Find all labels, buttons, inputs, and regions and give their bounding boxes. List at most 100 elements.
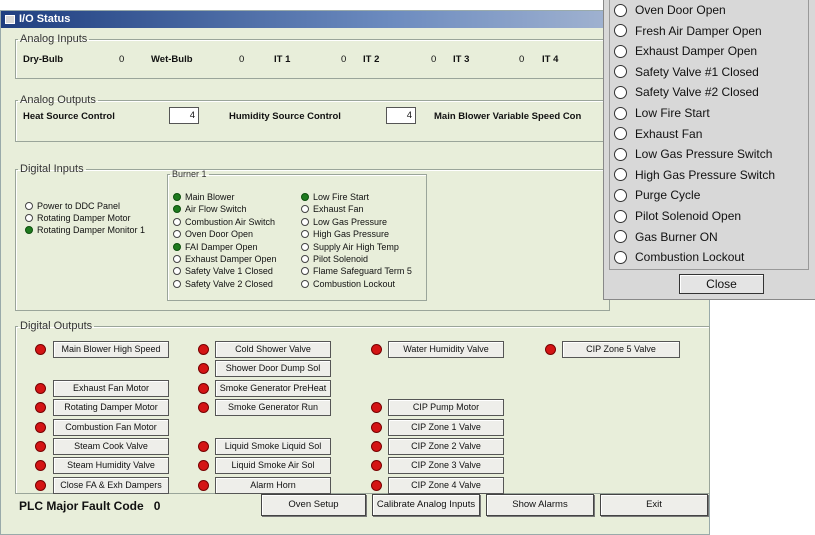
popup-low-gas-pressure-switch: Low Gas Pressure Switch <box>614 147 772 161</box>
fault-code-value: 0 <box>153 499 161 513</box>
popup-low-fire-start: Low Fire Start <box>614 106 710 120</box>
output-status-led-icon <box>198 480 209 491</box>
window-title: I/O Status <box>19 13 71 25</box>
burner-main-blower: Main Blower <box>173 192 235 202</box>
oven-setup-button[interactable]: Oven Setup <box>261 494 366 516</box>
water-humidity-valve-button[interactable]: Water Humidity Valve <box>388 341 504 358</box>
dry-bulb-value: 0 <box>119 54 125 65</box>
status-indicator-icon <box>614 147 627 161</box>
cip-zone-4-valve-button[interactable]: CIP Zone 4 Valve <box>388 477 504 494</box>
burner-pilot-solenoid: Pilot Solenoid <box>301 254 368 264</box>
di-label: Rotating Damper Motor <box>37 213 131 223</box>
status-indicator-icon <box>173 230 181 239</box>
status-indicator-icon <box>614 188 627 202</box>
status-indicator-icon <box>614 127 627 141</box>
status-indicator-icon <box>301 217 309 226</box>
liquid-smoke-liquid-sol-button[interactable]: Liquid Smoke Liquid Sol <box>215 438 331 455</box>
main-blower-high-speed-button[interactable]: Main Blower High Speed <box>53 341 169 358</box>
it4-label: IT 4 <box>542 54 559 65</box>
output-status-led-icon <box>371 422 382 433</box>
calibrate-analog-inputs-button[interactable]: Calibrate Analog Inputs <box>372 494 480 516</box>
fault-code-label: PLC Major Fault Code <box>19 499 144 513</box>
popup-item-label: Safety Valve #2 Closed <box>635 85 759 100</box>
status-indicator-icon <box>173 205 181 214</box>
cip-zone-5-valve-button[interactable]: CIP Zone 5 Valve <box>562 341 680 358</box>
steam-cook-valve-button[interactable]: Steam Cook Valve <box>53 438 169 455</box>
exhaust-fan-motor-button[interactable]: Exhaust Fan Motor <box>53 380 169 397</box>
output-status-led-icon <box>35 422 46 433</box>
popup-item-label: Combustion Lockout <box>635 250 745 265</box>
humidity-source-input[interactable]: 4 <box>386 107 416 124</box>
status-indicator-icon <box>25 202 33 210</box>
status-indicator-icon <box>614 250 627 264</box>
cip-zone-2-valve-button[interactable]: CIP Zone 2 Valve <box>388 438 504 455</box>
burner-low-fire-start: Low Fire Start <box>301 192 369 202</box>
cip-zone-3-valve-button[interactable]: CIP Zone 3 Valve <box>388 457 504 474</box>
exit-button[interactable]: Exit <box>600 494 708 516</box>
output-status-led-icon <box>35 344 46 355</box>
burner-safety-valve-1-closed: Safety Valve 1 Closed <box>173 266 273 276</box>
it3-value: 0 <box>519 54 525 65</box>
popup-item-label: Gas Burner ON <box>635 229 718 244</box>
combustion-fan-motor-button[interactable]: Combustion Fan Motor <box>53 419 169 436</box>
popup-item-label: Low Gas Pressure Switch <box>635 147 773 162</box>
output-status-led-icon <box>198 383 209 394</box>
popup-high-gas-pressure-switch: High Gas Pressure Switch <box>614 168 775 182</box>
steam-humidity-valve-button[interactable]: Steam Humidity Valve <box>53 457 169 474</box>
burner-safety-valve-2-closed: Safety Valve 2 Closed <box>173 279 273 289</box>
burner-combustion-air-switch: Combustion Air Switch <box>173 217 275 227</box>
humidity-source-label: Humidity Source Control <box>229 111 341 122</box>
burner-low-gas-pressure: Low Gas Pressure <box>301 217 387 227</box>
popup-pilot-solenoid-open: Pilot Solenoid Open <box>614 209 741 223</box>
heat-source-input[interactable]: 4 <box>169 107 199 124</box>
close-fa-exh-dampers-button[interactable]: Close FA & Exh Dampers <box>53 477 169 494</box>
wet-bulb-label: Wet-Bulb <box>151 54 193 65</box>
burner-input-label: Air Flow Switch <box>185 204 247 215</box>
burner-input-label: Combustion Air Switch <box>185 216 276 227</box>
alarm-horn-button[interactable]: Alarm Horn <box>215 477 331 494</box>
burner-input-label: Low Gas Pressure <box>313 216 388 227</box>
di-power-to-ddc-panel: Power to DDC Panel <box>25 201 120 211</box>
burner-flame-safeguard-term-5: Flame Safeguard Term 5 <box>301 266 412 276</box>
popup-item-label: Oven Door Open <box>635 3 726 17</box>
popup-safety-valve-2-closed: Safety Valve #2 Closed <box>614 85 759 99</box>
output-status-led-icon <box>198 460 209 471</box>
analog-outputs-legend: Analog Outputs <box>20 94 96 106</box>
output-status-led-icon <box>198 344 209 355</box>
smoke-generator-run-button[interactable]: Smoke Generator Run <box>215 399 331 416</box>
di-label: Rotating Damper Monitor 1 <box>37 225 146 235</box>
burner-input-label: Main Blower <box>185 192 235 202</box>
close-button[interactable]: Close <box>679 274 764 294</box>
fault-code: PLC Major Fault Code 0 <box>19 499 160 513</box>
output-status-led-icon <box>545 344 556 355</box>
burner-input-label: Safety Valve 2 Closed <box>185 278 273 289</box>
burner-input-label: FAI Damper Open <box>185 241 258 252</box>
show-alarms-button[interactable]: Show Alarms <box>486 494 594 516</box>
it1-label: IT 1 <box>274 54 291 65</box>
burner-input-label: Safety Valve 1 Closed <box>185 266 273 277</box>
cip-pump-motor-button[interactable]: CIP Pump Motor <box>388 399 504 416</box>
status-indicator-icon <box>614 3 627 17</box>
status-indicator-icon <box>614 65 627 79</box>
burner-air-flow-switch: Air Flow Switch <box>173 204 247 214</box>
popup-gas-burner-on: Gas Burner ON <box>614 230 718 244</box>
burner-high-gas-pressure: High Gas Pressure <box>301 229 389 239</box>
burner-fai-damper-open: FAI Damper Open <box>173 242 258 252</box>
status-indicator-icon <box>301 242 309 251</box>
it1-value: 0 <box>341 54 347 65</box>
rotating-damper-motor-button[interactable]: Rotating Damper Motor <box>53 399 169 416</box>
popup-item-label: Pilot Solenoid Open <box>635 209 742 223</box>
popup-item-label: Exhaust Damper Open <box>635 44 758 59</box>
cold-shower-valve-button[interactable]: Cold Shower Valve <box>215 341 331 358</box>
popup-item-label: Low Fire Start <box>635 106 710 120</box>
cip-zone-1-valve-button[interactable]: CIP Zone 1 Valve <box>388 419 504 436</box>
status-indicator-icon <box>301 267 309 276</box>
dry-bulb-label: Dry-Bulb <box>23 54 64 65</box>
burner-input-label: Exhaust Damper Open <box>185 254 277 264</box>
di-label: Power to DDC Panel <box>37 201 121 211</box>
window-icon[interactable] <box>5 15 15 24</box>
liquid-smoke-air-sol-button[interactable]: Liquid Smoke Air Sol <box>215 457 331 474</box>
shower-door-dump-sol-button[interactable]: Shower Door Dump Sol <box>215 360 331 377</box>
burner-input-label: Exhaust Fan <box>313 204 364 215</box>
smoke-generator-preheat-button[interactable]: Smoke Generator PreHeat <box>215 380 331 397</box>
